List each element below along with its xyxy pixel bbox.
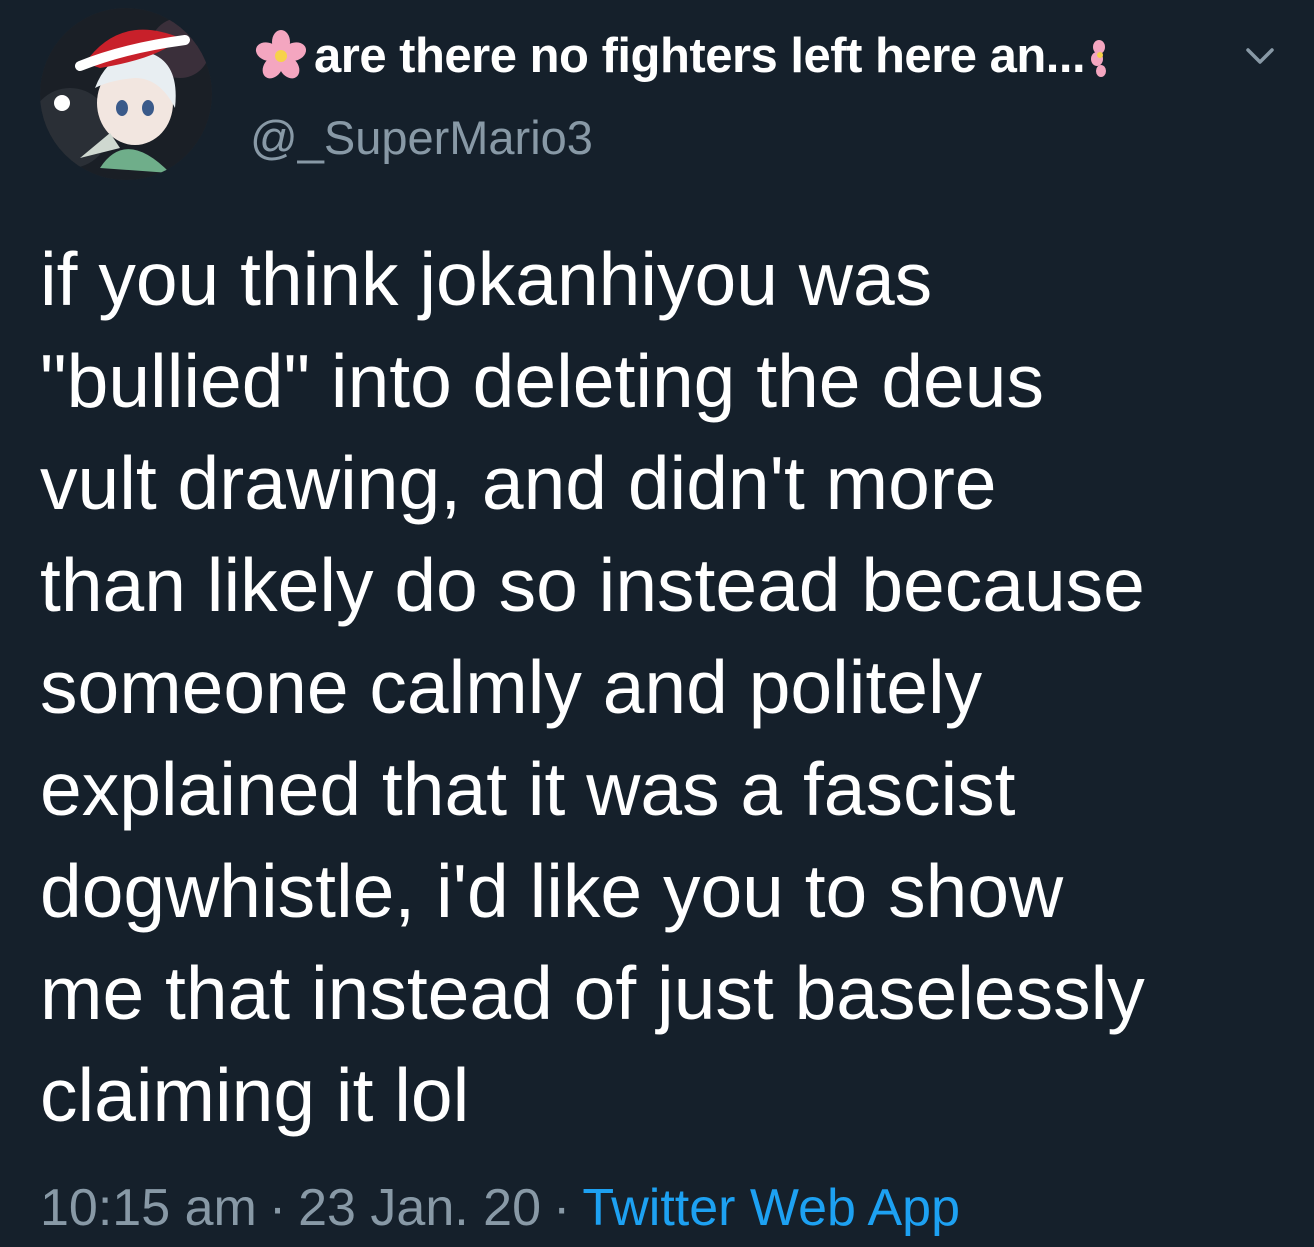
tweet-text: if you think jokanhiyou was "bullied" in… [40,228,1290,1146]
tweet-text-line: than likely do so instead because [40,543,1145,627]
user-handle[interactable]: @_SuperMario3 [250,110,593,165]
tweet-text-line: vult drawing, and didn't more [40,441,997,525]
tweet-source-link[interactable]: Twitter Web App [582,1179,960,1237]
tweet-text-line: claiming it lol [40,1053,470,1137]
cherry-blossom-icon [1091,29,1113,83]
tweet-meta: 10:15 am · 23 Jan. 20 · Twitter Web App [40,1178,960,1238]
tweet-text-line: me that instead of just baselessly [40,951,1145,1035]
tweet-text-line: someone calmly and politely [40,645,983,729]
display-name-text: are there no fighters left here an... [314,29,1086,83]
avatar[interactable] [40,8,212,180]
chevron-down-icon[interactable] [1240,36,1280,76]
tweet: are there no fighters left here an... @_… [0,0,1314,1247]
display-name[interactable]: are there no fighters left here an... [250,26,1113,86]
tweet-text-line: "bullied" into deleting the deus [40,339,1044,423]
meta-separator: · [268,1179,287,1237]
tweet-text-line: explained that it was a fascist [40,747,1016,831]
tweet-text-line: if you think jokanhiyou was [40,237,933,321]
meta-separator: · [553,1179,571,1237]
tweet-text-line: dogwhistle, i'd like you to show [40,849,1064,933]
cherry-blossom-icon [250,29,312,83]
tweet-time[interactable]: 10:15 am [40,1179,257,1237]
tweet-date[interactable]: 23 Jan. 20 [298,1179,541,1237]
